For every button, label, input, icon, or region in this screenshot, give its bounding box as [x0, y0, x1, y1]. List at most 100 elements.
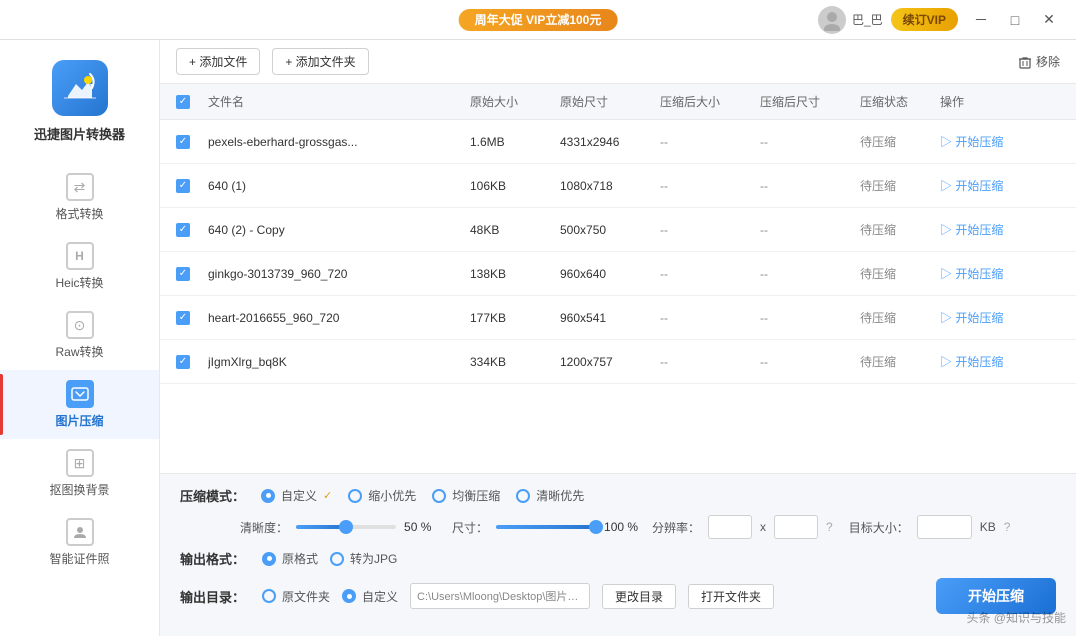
size-label: 尺寸： [452, 519, 488, 536]
table-body: pexels-eberhard-grossgas... 1.6MB 4331x2… [160, 120, 1076, 384]
row-comp-dim-1: -- [760, 179, 860, 193]
row-checkbox-3[interactable] [176, 267, 208, 281]
row-checkbox-4[interactable] [176, 311, 208, 325]
row-action-1[interactable]: ▷ 开始压缩 [940, 177, 1060, 194]
row-comp-size-1: -- [660, 179, 760, 193]
output-format-label: 输出格式： [180, 549, 250, 568]
sidebar-item-label-idphoto: 智能证件照 [49, 550, 109, 567]
row-orig-size-1: 106KB [470, 179, 560, 193]
row-action-5[interactable]: ▷ 开始压缩 [940, 353, 1060, 370]
dir-source[interactable]: 原文件夹 [262, 588, 330, 605]
row-checkbox-2[interactable] [176, 223, 208, 237]
mode-balance[interactable]: 均衡压缩 [432, 487, 500, 504]
format-jpg-label: 转为JPG [350, 550, 397, 567]
output-path-input[interactable] [410, 583, 590, 609]
remove-button[interactable]: 移除 [1018, 53, 1060, 70]
sidebar-item-format[interactable]: ⇄ 格式转换 [0, 163, 159, 232]
compress-mode-label: 压缩模式： [180, 486, 245, 505]
row-comp-dim-4: -- [760, 311, 860, 325]
clarity-label: 清晰度： [240, 519, 288, 536]
app-logo: 迅捷图片转换器 [0, 50, 159, 163]
row-orig-size-5: 334KB [470, 355, 560, 369]
sidebar-item-raw[interactable]: ⊙ Raw转换 [0, 301, 159, 370]
row-action-0[interactable]: ▷ 开始压缩 [940, 133, 1060, 150]
change-dir-button[interactable]: 更改目录 [602, 584, 676, 609]
format-original[interactable]: 原格式 [262, 550, 318, 567]
checkbox-0[interactable] [176, 135, 190, 149]
radio-clear[interactable] [516, 489, 530, 503]
radio-custom-dir[interactable] [342, 589, 356, 603]
mode-clear[interactable]: 清晰优先 [516, 487, 584, 504]
row-comp-dim-5: -- [760, 355, 860, 369]
promo-banner[interactable]: 周年大促 VIP立减100元 [459, 9, 618, 31]
col-original-size: 原始大小 [470, 93, 560, 110]
checkbox-1[interactable] [176, 179, 190, 193]
resolution-label: 分辨率： [652, 519, 700, 536]
col-action: 操作 [940, 93, 1060, 110]
select-all-checkbox[interactable] [176, 95, 190, 109]
row-checkbox-1[interactable] [176, 179, 208, 193]
checkbox-4[interactable] [176, 311, 190, 325]
mode-shrink[interactable]: 缩小优先 [348, 487, 416, 504]
row-status-1: 待压缩 [860, 177, 940, 194]
maximize-button[interactable]: □ [1000, 8, 1030, 32]
row-action-3[interactable]: ▷ 开始压缩 [940, 265, 1060, 282]
row-comp-dim-2: -- [760, 223, 860, 237]
radio-balance[interactable] [432, 489, 446, 503]
checkbox-2[interactable] [176, 223, 190, 237]
resolution-y-input[interactable] [774, 515, 818, 539]
window-controls: － □ ✕ [966, 8, 1064, 32]
close-button[interactable]: ✕ [1034, 8, 1064, 32]
clarity-value: 50 % [404, 520, 444, 534]
vip-button[interactable]: 续订VIP [891, 8, 958, 31]
sidebar-item-idphoto[interactable]: 智能证件照 [0, 508, 159, 577]
output-format-row: 输出格式： 原格式 转为JPG [180, 549, 1056, 568]
format-original-label: 原格式 [282, 550, 318, 567]
col-compressed-size: 压缩后大小 [660, 93, 760, 110]
radio-original-format[interactable] [262, 552, 276, 566]
col-filename: 文件名 [208, 93, 470, 110]
resolution-help-icon[interactable]: ? [826, 520, 833, 534]
checkbox-5[interactable] [176, 355, 190, 369]
mode-custom-badge: ✓ [323, 489, 332, 502]
radio-custom[interactable] [261, 489, 275, 503]
radio-shrink[interactable] [348, 489, 362, 503]
target-size-help-icon[interactable]: ? [1004, 520, 1011, 534]
row-checkbox-5[interactable] [176, 355, 208, 369]
open-folder-button[interactable]: 打开文件夹 [688, 584, 774, 609]
start-compress-button[interactable]: 开始压缩 [936, 578, 1056, 614]
row-filename-5: jIgmXlrg_bq8K [208, 355, 470, 369]
format-jpg[interactable]: 转为JPG [330, 550, 397, 567]
sidebar-item-heic[interactable]: H Heic转换 [0, 232, 159, 301]
trash-icon [1018, 55, 1032, 69]
clarity-slider[interactable] [296, 525, 396, 529]
sidebar-item-label-heic: Heic转换 [55, 274, 103, 291]
size-value: 100 % [604, 520, 644, 534]
row-filename-1: 640 (1) [208, 179, 470, 193]
row-checkbox-0[interactable] [176, 135, 208, 149]
header-checkbox[interactable] [176, 95, 208, 109]
resolution-x-input[interactable] [708, 515, 752, 539]
radio-jpg-format[interactable] [330, 552, 344, 566]
checkbox-3[interactable] [176, 267, 190, 281]
raw-icon: ⊙ [66, 311, 94, 339]
row-orig-size-4: 177KB [470, 311, 560, 325]
sidebar-item-background[interactable]: ⊞ 抠图换背景 [0, 439, 159, 508]
output-dir-row: 输出目录： 原文件夹 自定义 更改目录 打开文件夹 开始压缩 [180, 578, 1056, 614]
mode-custom[interactable]: 自定义 ✓ [261, 487, 332, 504]
row-orig-size-3: 138KB [470, 267, 560, 281]
row-action-4[interactable]: ▷ 开始压缩 [940, 309, 1060, 326]
compress-mode-row: 压缩模式： 自定义 ✓ 缩小优先 均衡压缩 清晰优先 [180, 486, 1056, 505]
row-orig-dim-5: 1200x757 [560, 355, 660, 369]
title-bar: 周年大促 VIP立减100元 巴_巴 续订VIP － □ ✕ [0, 0, 1076, 40]
add-file-button[interactable]: + 添加文件 [176, 48, 260, 75]
sidebar-item-compress[interactable]: 图片压缩 [0, 370, 159, 439]
minimize-button[interactable]: － [966, 8, 996, 32]
dir-custom[interactable]: 自定义 [342, 588, 398, 605]
target-size-input[interactable] [917, 515, 972, 539]
row-action-2[interactable]: ▷ 开始压缩 [940, 221, 1060, 238]
add-folder-button[interactable]: + 添加文件夹 [272, 48, 368, 75]
row-orig-dim-0: 4331x2946 [560, 135, 660, 149]
size-slider[interactable] [496, 525, 596, 529]
radio-source-dir[interactable] [262, 589, 276, 603]
